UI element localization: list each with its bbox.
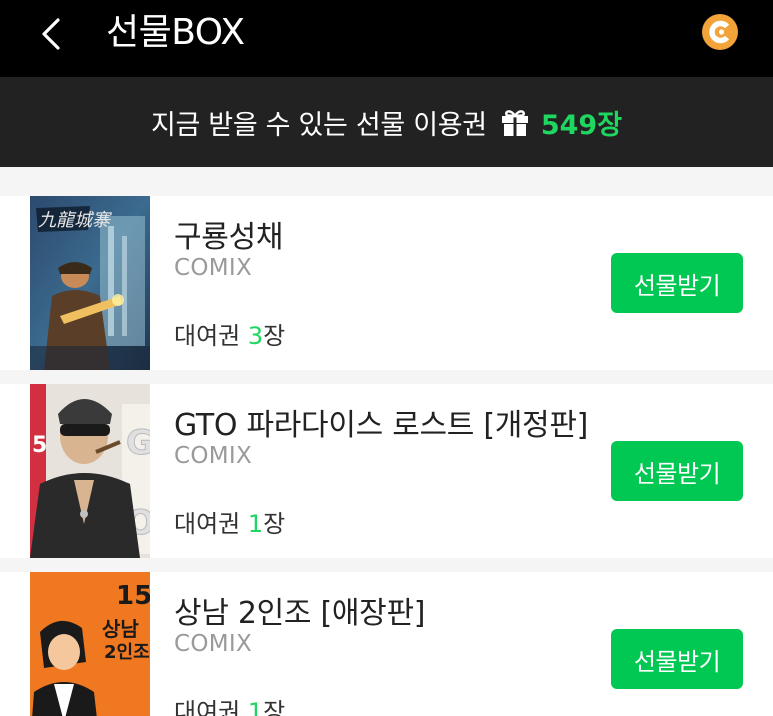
gift-list-item: 15 상남 2인조 상남 2인조 [애장판] COMIX 대여권 1장 선물받기 [0, 572, 773, 716]
rental-ticket-label: 대여권 [174, 322, 248, 350]
rental-ticket-count: 3 [247, 322, 264, 350]
rental-ticket-unit: 장 [263, 322, 286, 350]
gift-box-screen: 선물BOX 지금 받을 수 있는 선물 이용권 549장 九龍城寨 구룡성채 C… [0, 0, 773, 716]
coin-icon [702, 14, 738, 50]
book-cover-image[interactable]: 九龍城寨 [30, 196, 150, 370]
svg-text:2인조: 2인조 [104, 642, 150, 663]
receive-gift-button[interactable]: 선물받기 [611, 441, 743, 501]
coin-button[interactable] [701, 13, 739, 51]
top-app-bar: 선물BOX [0, 0, 773, 77]
book-title: 구룡성채 [174, 220, 284, 255]
book-publisher: COMIX [174, 255, 253, 281]
receive-gift-button[interactable]: 선물받기 [611, 253, 743, 313]
gift-icon [499, 106, 531, 138]
rental-ticket-info: 대여권 1장 [174, 692, 285, 716]
page-title: 선물BOX [106, 12, 245, 53]
rental-ticket-count: 1 [247, 698, 264, 716]
svg-text:G: G [126, 423, 150, 463]
svg-text:상남: 상남 [102, 617, 139, 641]
gift-ticket-summary-text: 지금 받을 수 있는 선물 이용권 [150, 109, 487, 141]
back-button[interactable] [28, 12, 72, 56]
rental-ticket-label: 대여권 [174, 510, 248, 538]
book-title: 상남 2인조 [애장판] [174, 596, 426, 631]
book-cover-image[interactable]: 5 G O [30, 384, 150, 558]
book-publisher: COMIX [174, 443, 253, 469]
rental-ticket-unit: 장 [263, 510, 286, 538]
gift-ticket-summary: 지금 받을 수 있는 선물 이용권 549장 [0, 77, 773, 167]
svg-text:15: 15 [116, 581, 150, 611]
gift-ticket-count: 549장 [540, 109, 623, 141]
book-publisher: COMIX [174, 631, 253, 657]
rental-ticket-count: 1 [247, 510, 264, 538]
gift-list-item: 九龍城寨 구룡성채 COMIX 대여권 3장 선물받기 [0, 196, 773, 370]
gift-list-item: 5 G O GTO 파라다이스 로스트 [개정판] COMIX 대여권 1장 선… [0, 384, 773, 558]
rental-ticket-info: 대여권 1장 [174, 504, 285, 539]
book-title: GTO 파라다이스 로스트 [개정판] [174, 408, 589, 443]
rental-ticket-info: 대여권 3장 [174, 316, 285, 351]
chevron-left-icon [42, 18, 60, 50]
svg-text:九龍城寨: 九龍城寨 [38, 210, 112, 231]
rental-ticket-unit: 장 [263, 698, 286, 716]
book-cover-image[interactable]: 15 상남 2인조 [30, 572, 150, 716]
rental-ticket-label: 대여권 [174, 698, 248, 716]
receive-gift-button[interactable]: 선물받기 [611, 629, 743, 689]
svg-text:5: 5 [32, 433, 47, 458]
